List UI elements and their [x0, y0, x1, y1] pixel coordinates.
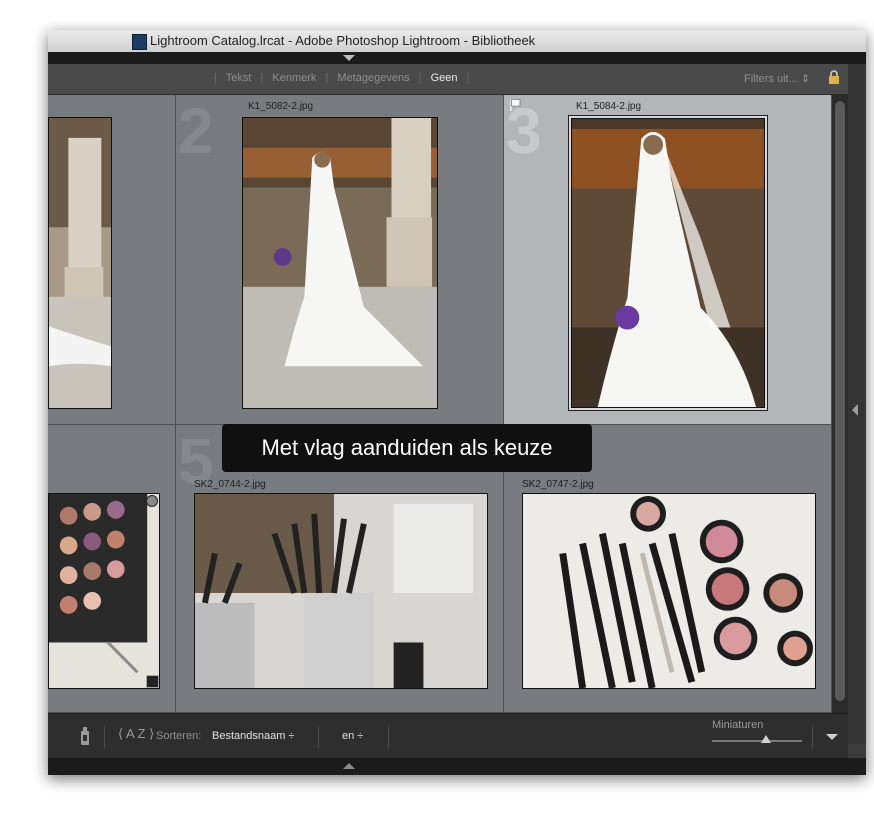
grid-cell[interactable]	[48, 95, 176, 425]
library-filter-bar: | Tekst | Kenmerk | Metagegevens | Geen …	[48, 64, 848, 95]
filter-tab-attribute[interactable]: Kenmerk	[272, 72, 316, 84]
flag-icon[interactable]	[510, 99, 521, 111]
toolbar-separator	[104, 726, 105, 748]
sort-criteria-dropdown[interactable]: Bestandsnaam ÷	[212, 730, 294, 742]
filmstrip-toggle[interactable]	[48, 758, 866, 775]
toolbar-separator	[388, 726, 389, 748]
top-panel-toggle[interactable]	[48, 52, 866, 64]
triangle-left-icon	[852, 404, 858, 416]
filter-separator: |	[214, 72, 217, 84]
lightroom-app-icon	[132, 34, 147, 50]
scrollbar-thumb[interactable]	[835, 101, 845, 701]
virtual-copy-badge	[146, 675, 159, 688]
title-bar: Lightroom Catalog.lrcat - Adobe Photosho…	[48, 30, 866, 53]
filter-separator: |	[418, 72, 422, 84]
grid-scrollbar[interactable]	[832, 95, 848, 713]
grid-cell[interactable]: 2 K1_5082-2.jpg	[176, 95, 504, 425]
cell-filename: SK2_0744-2.jpg	[194, 479, 266, 490]
sort-order-dropdown[interactable]: en ÷	[342, 730, 363, 742]
grid-cell[interactable]	[48, 425, 176, 713]
unsaved-metadata-badge[interactable]	[146, 495, 158, 507]
cell-filename: K1_5084-2.jpg	[576, 101, 642, 112]
right-panel-toggle[interactable]	[848, 64, 866, 744]
photo-grid: 2 K1_5082-2.jpg 3 K1_5084-2.jpg 5 SK2_07…	[48, 95, 832, 713]
flag-tooltip: Met vlag aanduiden als keuze	[222, 424, 592, 472]
lock-icon[interactable]	[828, 70, 840, 84]
thumbnails-label: Miniaturen	[712, 719, 764, 731]
cell-filename: SK2_0747-2.jpg	[522, 479, 594, 490]
triangle-down-icon	[343, 55, 355, 61]
sort-direction-icon[interactable]: ⟨ A Z ⟩	[118, 726, 154, 742]
filter-tab-metadata[interactable]: Metagegevens	[337, 72, 409, 84]
triangle-up-icon	[343, 763, 355, 769]
cell-filename: K1_5082-2.jpg	[248, 101, 314, 112]
filter-separator: |	[466, 72, 470, 84]
filter-presets-label: Filters uit...	[744, 73, 798, 85]
bride-dark-hall-icon	[571, 118, 765, 408]
library-toolbar: ⟨ A Z ⟩ Sorteren: Bestandsnaam ÷ en ÷ Mi…	[48, 713, 848, 758]
filter-tab-none[interactable]: Geen	[431, 72, 458, 84]
toolbar-separator	[318, 726, 319, 748]
brushes-cup-icon	[194, 493, 488, 689]
slider-knob[interactable]	[761, 735, 771, 743]
cell-index: 2	[178, 95, 214, 167]
toolbar-menu-chevron-icon[interactable]	[826, 734, 838, 740]
thumbnail-size-slider[interactable]	[712, 740, 802, 742]
painter-spray-icon[interactable]	[80, 726, 90, 746]
eyeshadow-palette-icon	[48, 493, 160, 689]
bride-hall-icon	[242, 117, 438, 409]
filter-tabs: | Tekst | Kenmerk | Metagegevens | Geen …	[208, 72, 475, 84]
lightroom-window: Lightroom Catalog.lrcat - Adobe Photosho…	[48, 30, 866, 775]
dropdown-arrows-icon: ⇕	[800, 73, 811, 85]
statue-bride-crop-icon	[48, 117, 112, 409]
window-title: Lightroom Catalog.lrcat - Adobe Photosho…	[150, 33, 536, 48]
sort-label: Sorteren:	[156, 730, 202, 742]
filter-separator: |	[325, 72, 329, 84]
brushes-blush-icon	[522, 493, 816, 689]
filter-separator: |	[260, 72, 264, 84]
grid-cell-selected[interactable]: 3 K1_5084-2.jpg	[504, 95, 832, 425]
filter-presets-dropdown[interactable]: Filters uit... ⇕	[744, 72, 810, 85]
filter-tab-text[interactable]: Tekst	[226, 72, 252, 84]
toolbar-separator	[812, 726, 813, 748]
